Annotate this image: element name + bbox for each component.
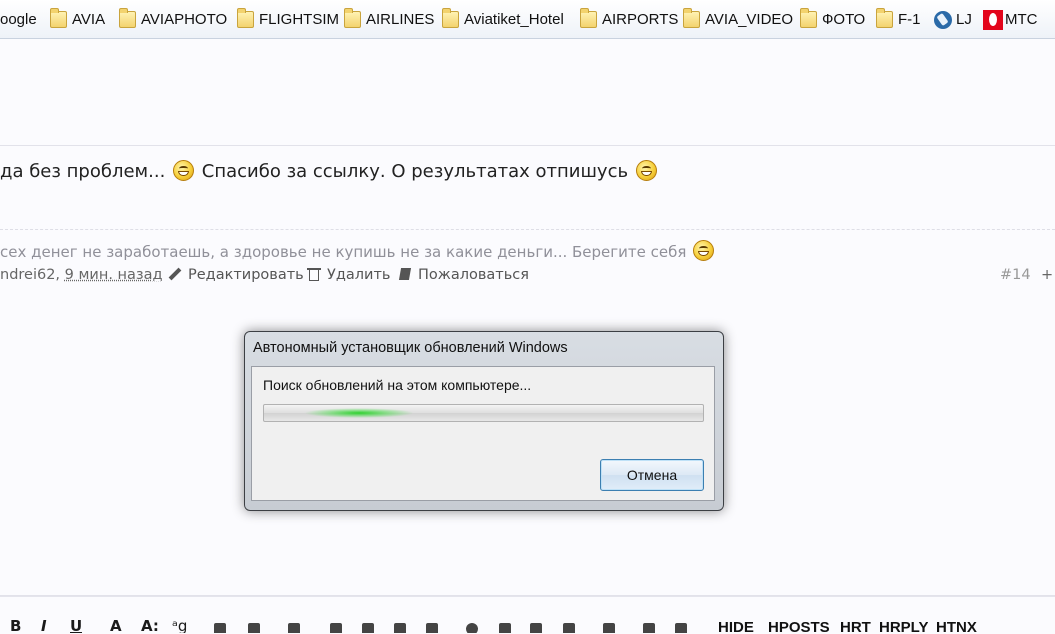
dialog-status-text: Поиск обновлений на этом компьютере... xyxy=(263,377,532,393)
bookmark-label: ФОТО xyxy=(822,11,866,28)
mts-favicon-icon xyxy=(983,10,1003,30)
bold-button[interactable]: B xyxy=(10,619,21,633)
folder-icon xyxy=(344,8,361,28)
indent-icon[interactable] xyxy=(424,621,440,633)
quote-icon[interactable] xyxy=(561,621,577,633)
undo-icon[interactable] xyxy=(641,621,657,633)
bookmark-label: F-1 xyxy=(898,11,921,28)
folder-icon xyxy=(442,8,459,28)
unlink-icon[interactable] xyxy=(246,621,262,633)
dialog-title: Автономный установщик обновлений Windows xyxy=(253,340,568,356)
update-installer-dialog: Автономный установщик обновлений Windows… xyxy=(244,331,724,511)
hrt-button[interactable]: HRT xyxy=(840,621,871,633)
post-time[interactable]: 9 мин. назад xyxy=(65,267,163,283)
folder-icon xyxy=(237,8,254,28)
htnx-button[interactable]: HTNX xyxy=(936,621,977,633)
post-number[interactable]: #14 xyxy=(1000,267,1031,283)
search-progress-bar xyxy=(263,404,704,422)
outdent-icon[interactable] xyxy=(392,621,408,633)
bookmark-label: AVIA_VIDEO xyxy=(705,11,794,28)
bookmark-label: AIRLINES xyxy=(366,11,435,28)
bookmark-label: AIRPORTS xyxy=(602,11,679,28)
post-signature: сех денег не заработаешь, а здоровье не … xyxy=(0,240,716,261)
report-button[interactable]: Пожаловаться xyxy=(398,267,529,283)
folder-icon xyxy=(119,8,136,28)
post-text-part1: да без проблем... xyxy=(0,161,166,182)
hide-button[interactable]: HIDE xyxy=(718,621,754,633)
folder-icon xyxy=(800,8,817,28)
post-meta: ndrei62, 9 мин. назад Редактировать Удал… xyxy=(0,267,1055,287)
progress-pulse xyxy=(304,408,414,418)
author-name[interactable]: ndrei62, xyxy=(0,267,60,283)
folder-icon xyxy=(683,8,700,28)
smiley-icon xyxy=(693,240,715,261)
cancel-button[interactable]: Отмена xyxy=(600,459,704,491)
image-icon[interactable] xyxy=(497,621,513,633)
bookmark-label: FLIGHTSIM xyxy=(259,11,340,28)
underline-button[interactable]: U xyxy=(70,619,82,633)
folder-icon xyxy=(580,8,597,28)
smiley-icon xyxy=(173,160,195,181)
editor-toolbar: B I U A A: ᵃg HIDE HPOSTS HRT HRPLY HTNX xyxy=(0,596,1055,634)
bookmark-label: AVIA xyxy=(72,11,106,28)
numbered-list-icon[interactable] xyxy=(360,621,376,633)
bookmark-label: МТС xyxy=(1005,11,1038,28)
edit-button[interactable]: Редактировать xyxy=(168,267,304,283)
font-color-button[interactable]: A xyxy=(110,619,122,633)
bookmark-label: LJ xyxy=(956,11,972,28)
bookmark-label: AVIAPHOTO xyxy=(141,11,228,28)
delete-button[interactable]: Удалить xyxy=(307,267,390,283)
hrply-button[interactable]: HRPLY xyxy=(879,621,928,633)
redo-icon[interactable] xyxy=(673,621,689,633)
delete-label: Удалить xyxy=(327,267,391,283)
hposts-button[interactable]: HPOSTS xyxy=(768,621,830,633)
bookmark-label: oogle xyxy=(0,11,37,28)
report-icon xyxy=(398,267,412,281)
smiley-icon[interactable] xyxy=(464,621,480,633)
lj-favicon-icon xyxy=(934,11,952,29)
edit-label: Редактировать xyxy=(188,267,304,283)
pencil-icon xyxy=(168,267,182,281)
italic-button[interactable]: I xyxy=(41,619,47,633)
post-author-line: ndrei62, 9 мин. назад xyxy=(0,267,163,283)
smiley-icon xyxy=(635,160,657,181)
folder-icon xyxy=(50,8,67,28)
post-divider xyxy=(0,145,1055,146)
font-size-button[interactable]: A: xyxy=(141,619,159,633)
dialog-content: Поиск обновлений на этом компьютере... О… xyxy=(251,366,715,501)
save-icon[interactable] xyxy=(601,621,617,633)
report-label: Пожаловаться xyxy=(418,267,529,283)
bookmark-label: Aviatiket_Hotel xyxy=(464,11,564,28)
bullet-list-icon[interactable] xyxy=(328,621,344,633)
trash-icon xyxy=(307,267,321,281)
signature-divider xyxy=(0,229,1055,230)
folder-icon xyxy=(876,8,893,28)
plus-button[interactable]: + xyxy=(1041,267,1053,283)
bookmarks-bar: oogle AVIA AVIAPHOTO FLIGHTSIM AIRLINES … xyxy=(0,0,1055,39)
signature-text: сех денег не заработаешь, а здоровье не … xyxy=(0,243,687,261)
post-text-part2: Спасибо за ссылку. О результатах отпишус… xyxy=(201,161,629,182)
font-face-button[interactable]: ᵃg xyxy=(172,619,187,633)
align-icon[interactable] xyxy=(286,621,302,633)
gallery-icon[interactable] xyxy=(528,621,544,633)
post-text: да без проблем... Спасибо за ссылку. О р… xyxy=(0,160,659,182)
link-icon[interactable] xyxy=(212,621,228,633)
